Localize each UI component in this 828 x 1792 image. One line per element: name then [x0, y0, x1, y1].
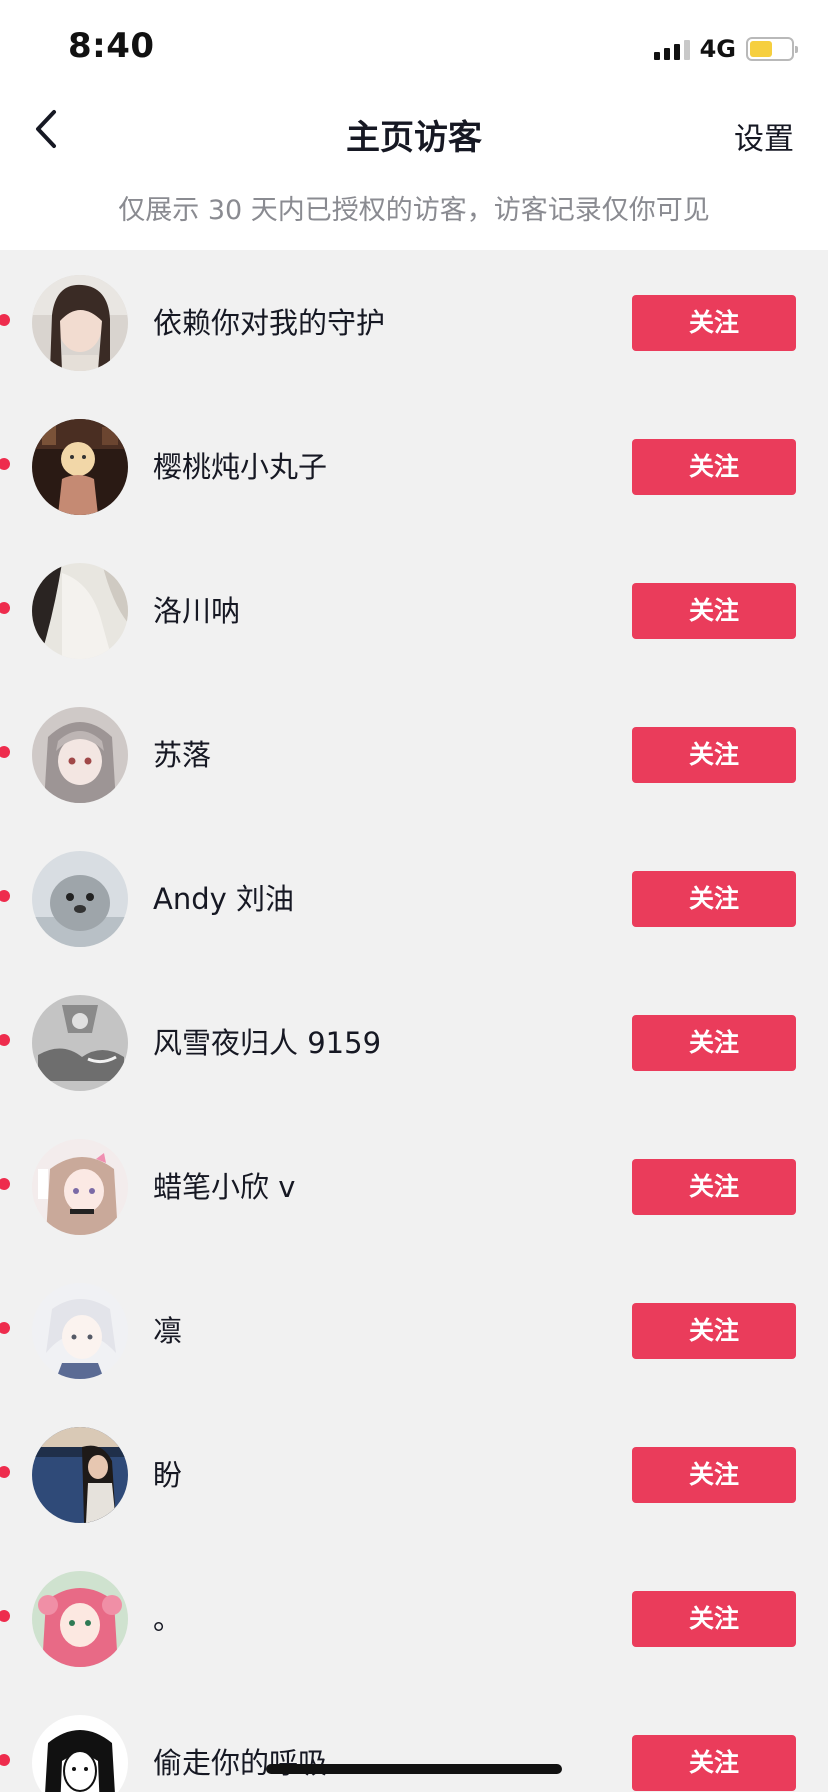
home-indicator[interactable]	[266, 1764, 562, 1774]
avatar[interactable]	[32, 275, 128, 371]
visitor-row[interactable]: Andy 刘油 关注	[0, 826, 828, 970]
avatar[interactable]	[32, 851, 128, 947]
visitor-row[interactable]: 洛川呐 关注	[0, 538, 828, 682]
unread-dot	[0, 1178, 10, 1190]
follow-button[interactable]: 关注	[632, 1159, 796, 1215]
unread-dot	[0, 1034, 10, 1046]
avatar[interactable]	[32, 1427, 128, 1523]
unread-dot	[0, 890, 10, 902]
visitor-name[interactable]: 风雪夜归人 9159	[153, 1020, 381, 1062]
visitor-name[interactable]: 盼	[153, 1452, 182, 1494]
visitor-name[interactable]: 。	[153, 1596, 182, 1638]
follow-button[interactable]: 关注	[632, 583, 796, 639]
privacy-notice: 仅展示 30 天内已授权的访客，访客记录仅你可见	[118, 195, 710, 226]
page-title: 主页访客	[346, 118, 482, 158]
avatar[interactable]	[32, 707, 128, 803]
visitor-name[interactable]: 凛	[153, 1308, 182, 1350]
visitor-row[interactable]: 。 关注	[0, 1546, 828, 1690]
avatar[interactable]	[32, 1571, 128, 1667]
visitor-name[interactable]: 樱桃炖小丸子	[153, 444, 327, 486]
visitor-row[interactable]: 偷走你的呼吸 关注	[0, 1690, 828, 1792]
visitor-row[interactable]: 苏落 关注	[0, 682, 828, 826]
follow-button[interactable]: 关注	[632, 1735, 796, 1791]
follow-button[interactable]: 关注	[632, 1303, 796, 1359]
avatar[interactable]	[32, 563, 128, 659]
visitor-name[interactable]: 依赖你对我的守护	[153, 300, 385, 342]
visitor-row[interactable]: 风雪夜归人 9159 关注	[0, 970, 828, 1114]
visitor-row[interactable]: 蜡笔小欣 v 关注	[0, 1114, 828, 1258]
visitor-name[interactable]: 苏落	[153, 732, 211, 774]
visitor-name[interactable]: 洛川呐	[153, 588, 240, 630]
visitor-row[interactable]: 盼 关注	[0, 1402, 828, 1546]
avatar[interactable]	[32, 1139, 128, 1235]
follow-button[interactable]: 关注	[632, 1015, 796, 1071]
follow-button[interactable]: 关注	[632, 1591, 796, 1647]
avatar[interactable]	[32, 995, 128, 1091]
header: 8:40 4G 主页访客 设置 仅展示 30 天内已授权的访客，访客记录仅你可见	[0, 0, 828, 250]
visitor-name[interactable]: 蜡笔小欣 v	[153, 1164, 295, 1206]
visitor-row[interactable]: 樱桃炖小丸子 关注	[0, 394, 828, 538]
follow-button[interactable]: 关注	[632, 1447, 796, 1503]
unread-dot	[0, 746, 10, 758]
unread-dot	[0, 602, 10, 614]
visitor-list: 依赖你对我的守护 关注 樱桃炖小丸子 关注 洛川呐 关注 苏落 关注 Andy …	[0, 250, 828, 1792]
follow-button[interactable]: 关注	[632, 295, 796, 351]
network-type: 4G	[699, 35, 736, 63]
visitor-row[interactable]: 依赖你对我的守护 关注	[0, 250, 828, 394]
visitor-row[interactable]: 凛 关注	[0, 1258, 828, 1402]
follow-button[interactable]: 关注	[632, 727, 796, 783]
unread-dot	[0, 1610, 10, 1622]
follow-button[interactable]: 关注	[632, 439, 796, 495]
follow-button[interactable]: 关注	[632, 871, 796, 927]
settings-button[interactable]: 设置	[734, 114, 794, 158]
unread-dot	[0, 314, 10, 326]
unread-dot	[0, 1754, 10, 1766]
unread-dot	[0, 1322, 10, 1334]
avatar[interactable]	[32, 419, 128, 515]
battery-icon	[746, 37, 798, 61]
status-time: 8:40	[68, 26, 155, 66]
status-indicators: 4G	[653, 34, 798, 64]
visitor-name[interactable]: 偷走你的呼吸	[153, 1740, 327, 1782]
unread-dot	[0, 458, 10, 470]
cellular-signal-icon	[653, 38, 690, 60]
visitor-name[interactable]: Andy 刘油	[153, 876, 294, 918]
avatar[interactable]	[32, 1715, 128, 1792]
avatar[interactable]	[32, 1283, 128, 1379]
unread-dot	[0, 1466, 10, 1478]
